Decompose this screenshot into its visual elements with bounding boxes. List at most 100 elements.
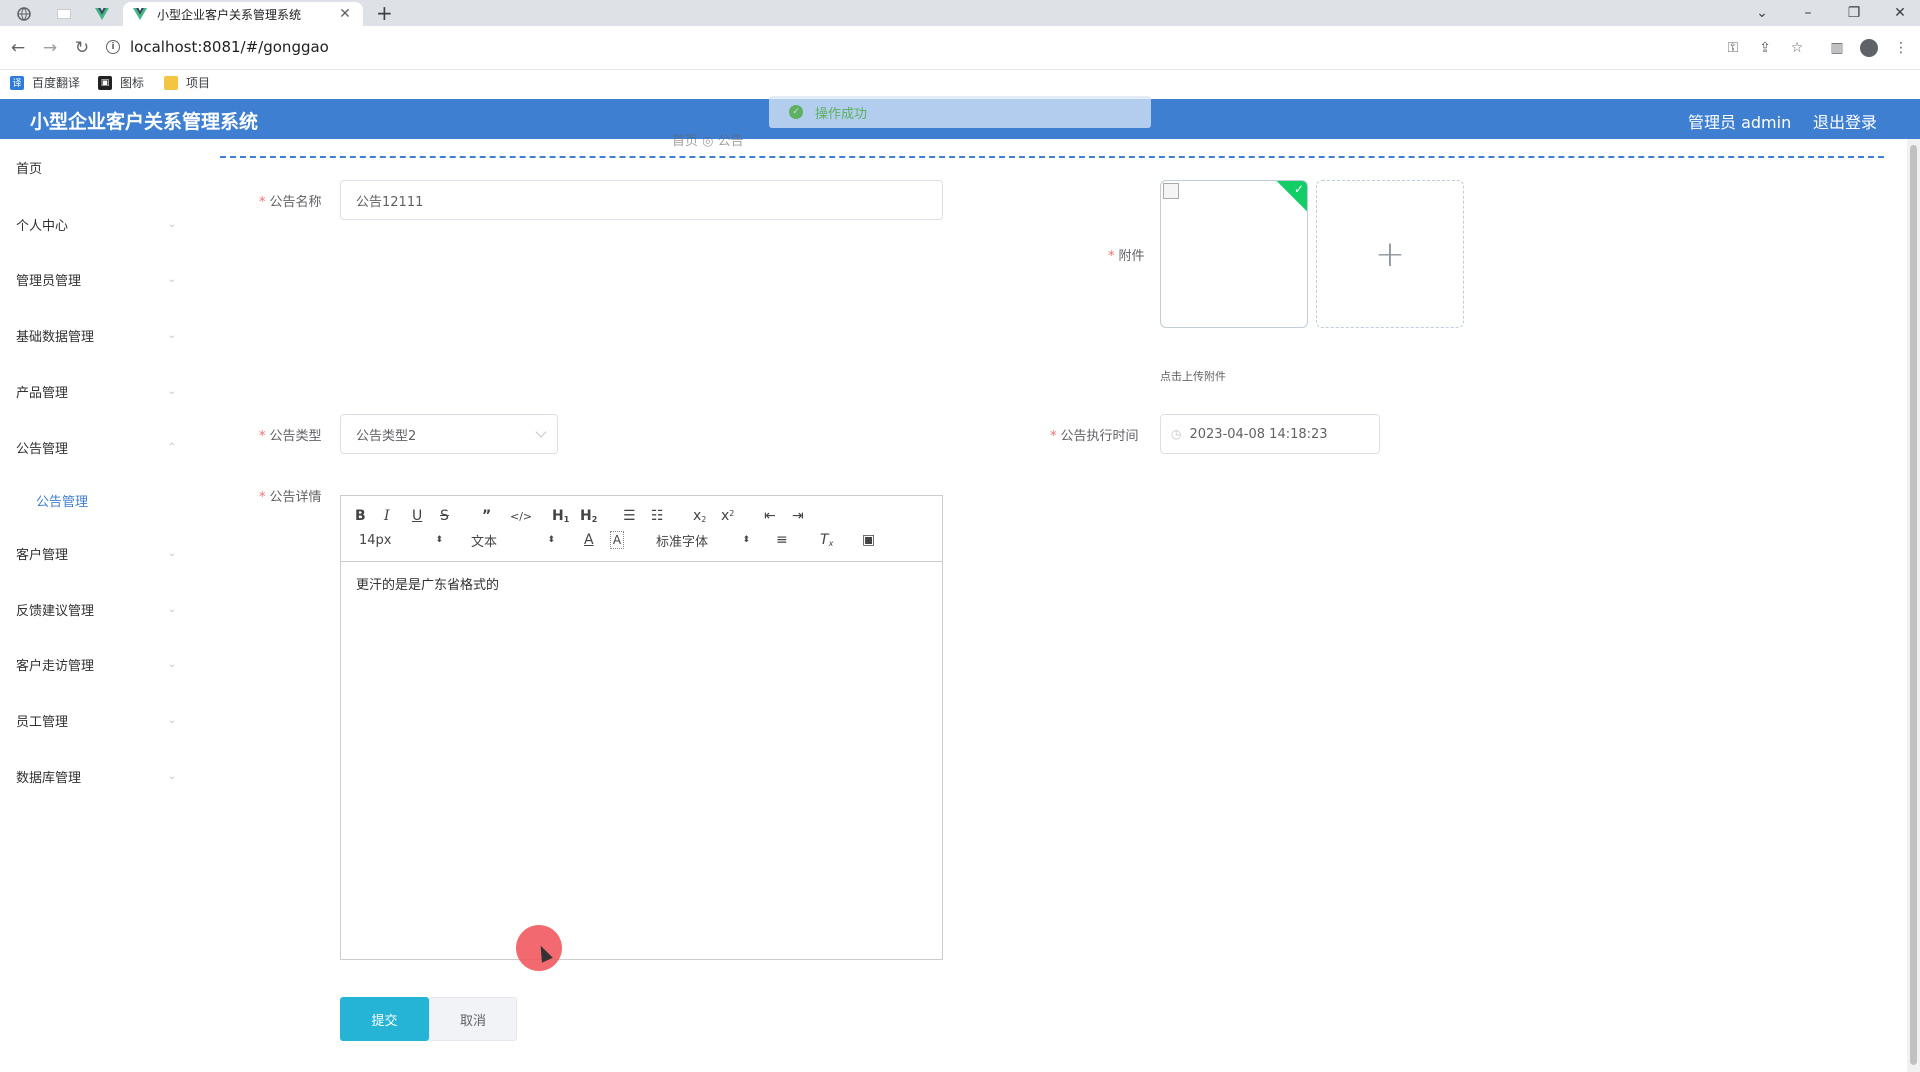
divider: [220, 156, 1884, 158]
ordered-list-icon[interactable]: ☰: [623, 507, 636, 525]
menu-icon[interactable]: ⋮: [1892, 39, 1910, 57]
pinned-tab[interactable]: [52, 2, 76, 26]
font-size-picker[interactable]: 14px ⬍: [359, 531, 443, 549]
sidebar-item-label: 员工管理: [16, 714, 69, 730]
window-close-icon[interactable]: ✕: [1878, 0, 1920, 26]
url-field[interactable]: i localhost:8081/#/gonggao: [106, 32, 1606, 62]
notice-name-input[interactable]: 公告12111: [340, 180, 943, 220]
sidebar-item-feedback[interactable]: 反馈建议管理 ⌄: [16, 597, 176, 621]
sidebar-item-visit[interactable]: 客户走访管理 ⌄: [16, 652, 176, 676]
broken-image-icon: [1163, 183, 1179, 199]
editor-content[interactable]: 更汗的是是广东省格式的: [341, 562, 942, 605]
chevron-down-icon: ⌄: [167, 658, 176, 670]
italic-icon[interactable]: I: [384, 507, 390, 525]
sidebar-item-product[interactable]: 产品管理 ⌄: [16, 379, 176, 403]
sidebar-item-label: 个人中心: [16, 218, 69, 234]
pinned-tab[interactable]: [12, 2, 36, 26]
header-picker[interactable]: 文本 ⬍: [471, 531, 555, 550]
clear-format-icon[interactable]: Tx: [820, 531, 833, 549]
bookmark[interactable]: ▣ 图标: [98, 74, 144, 91]
vue-logo-icon: [95, 8, 109, 20]
notice-time-picker[interactable]: ◷ 2023-04-08 14:18:23: [1160, 414, 1380, 454]
sidebar-item-profile[interactable]: 个人中心 ⌄: [16, 212, 176, 236]
sidebar: 首页 个人中心 ⌄ 管理员管理 ⌄ 基础数据管理 ⌄ 产品管理 ⌄ 公告管理 ⌃ 公告管理…: [0, 139, 190, 1072]
globe-icon: [17, 7, 31, 21]
share-icon[interactable]: ⇪: [1756, 39, 1774, 57]
notice-type-select[interactable]: 公告类型2: [340, 414, 558, 454]
bold-icon[interactable]: B: [355, 507, 366, 525]
close-icon[interactable]: ✕: [337, 6, 353, 22]
indent-icon[interactable]: ⇥: [792, 507, 804, 525]
sidebar-item-label: 客户管理: [16, 547, 69, 563]
bookmark-label: 百度翻译: [32, 76, 81, 90]
key-icon[interactable]: ⚿: [1724, 39, 1742, 57]
new-tab-button[interactable]: +: [376, 2, 393, 24]
sidebar-subitem-notice[interactable]: 公告管理: [36, 491, 88, 510]
logout-button[interactable]: 退出登录: [1813, 109, 1877, 133]
input-value: 公告12111: [356, 194, 424, 210]
strike-icon[interactable]: S: [440, 507, 449, 525]
cancel-button[interactable]: 取消: [429, 997, 517, 1041]
sidebar-item-customer[interactable]: 客户管理 ⌄: [16, 541, 176, 565]
underline-icon[interactable]: U: [412, 507, 422, 525]
sidebar-item-label: 首页: [16, 161, 43, 177]
bookmarks-bar: 译 百度翻译 ▣ 图标 项目: [0, 70, 1920, 98]
sidebar-item-label: 反馈建议管理: [16, 603, 95, 619]
scrollbar-thumb[interactable]: [1910, 145, 1917, 1065]
sidebar-item-home[interactable]: 首页: [16, 155, 176, 179]
blockquote-icon[interactable]: ”: [482, 507, 491, 525]
sidebar-item-employee[interactable]: 员工管理 ⌄: [16, 708, 176, 732]
page-scrollbar[interactable]: [1907, 139, 1920, 1072]
header-2-icon[interactable]: H2: [580, 507, 597, 525]
subscript-icon[interactable]: x2: [693, 507, 706, 525]
back-icon[interactable]: ←: [6, 36, 30, 60]
attachment-thumbnail[interactable]: ✓: [1160, 180, 1308, 328]
minimize-icon[interactable]: –: [1786, 0, 1830, 26]
tab-search-chevron-icon[interactable]: ⌄: [1740, 0, 1784, 26]
current-user: 管理员 admin: [1688, 113, 1792, 132]
sidebar-item-label: 基础数据管理: [16, 329, 95, 345]
bookmark[interactable]: 项目: [164, 74, 210, 91]
sidebar-item-notice[interactable]: 公告管理 ⌃: [16, 435, 176, 459]
image-icon[interactable]: ▣: [862, 531, 875, 549]
rich-text-editor[interactable]: B I U S ” </> H1 H2 ☰ ☷ x2 x2 ⇤ ⇥ 14px ⬍ …: [340, 495, 943, 960]
background-color-icon[interactable]: A: [610, 531, 624, 549]
profile-icon[interactable]: [1860, 39, 1878, 57]
bookmark-label: 图标: [120, 76, 145, 90]
check-circle-icon: ✓: [789, 105, 803, 119]
attachment-label: * 附件: [1108, 249, 1145, 264]
submit-button[interactable]: 提交: [340, 997, 429, 1041]
sidebar-item-database[interactable]: 数据库管理 ⌄: [16, 764, 176, 788]
header-1-icon[interactable]: H1: [552, 507, 569, 525]
sidebar-item-basic-data[interactable]: 基础数据管理 ⌄: [16, 323, 176, 347]
sidebar-item-label: 数据库管理: [16, 770, 82, 786]
restore-icon[interactable]: ❐: [1832, 0, 1876, 26]
active-tab[interactable]: 小型企业客户关系管理系统 ✕: [123, 2, 363, 26]
clock-icon: ◷: [1171, 427, 1182, 441]
chevron-down-icon: ⌄: [167, 770, 176, 782]
toast-message: 操作成功: [815, 106, 868, 122]
sidebar-item-label: 管理员管理: [16, 273, 82, 289]
site-info-icon[interactable]: i: [106, 40, 120, 54]
plus-icon: +: [1374, 233, 1406, 275]
upload-button[interactable]: +: [1316, 180, 1464, 328]
bullet-list-icon[interactable]: ☷: [651, 507, 664, 525]
chevron-down-icon: ⌄: [167, 603, 176, 615]
superscript-icon[interactable]: x2: [721, 507, 734, 525]
pinned-tab[interactable]: [90, 2, 114, 26]
star-icon[interactable]: ☆: [1788, 39, 1806, 57]
bookmark[interactable]: 译 百度翻译: [10, 74, 80, 91]
reload-icon[interactable]: ↻: [70, 36, 94, 60]
font-family-picker[interactable]: 标准字体 ⬍: [656, 531, 750, 550]
breadcrumb: 首页 ◎ 公告: [672, 134, 744, 149]
side-panel-icon[interactable]: ▥: [1828, 39, 1846, 57]
forward-icon[interactable]: →: [38, 36, 62, 60]
bookmark-label: 项目: [186, 76, 211, 90]
code-block-icon[interactable]: </>: [510, 507, 532, 525]
outdent-icon[interactable]: ⇤: [764, 507, 776, 525]
sidebar-item-admin[interactable]: 管理员管理 ⌄: [16, 267, 176, 291]
align-icon[interactable]: ≡: [776, 531, 788, 549]
address-bar: ← → ↻ i localhost:8081/#/gonggao ⚿ ⇪ ☆ ▥…: [0, 26, 1920, 70]
text-color-icon[interactable]: A: [584, 531, 594, 549]
success-toast: ✓ 操作成功: [769, 96, 1151, 128]
